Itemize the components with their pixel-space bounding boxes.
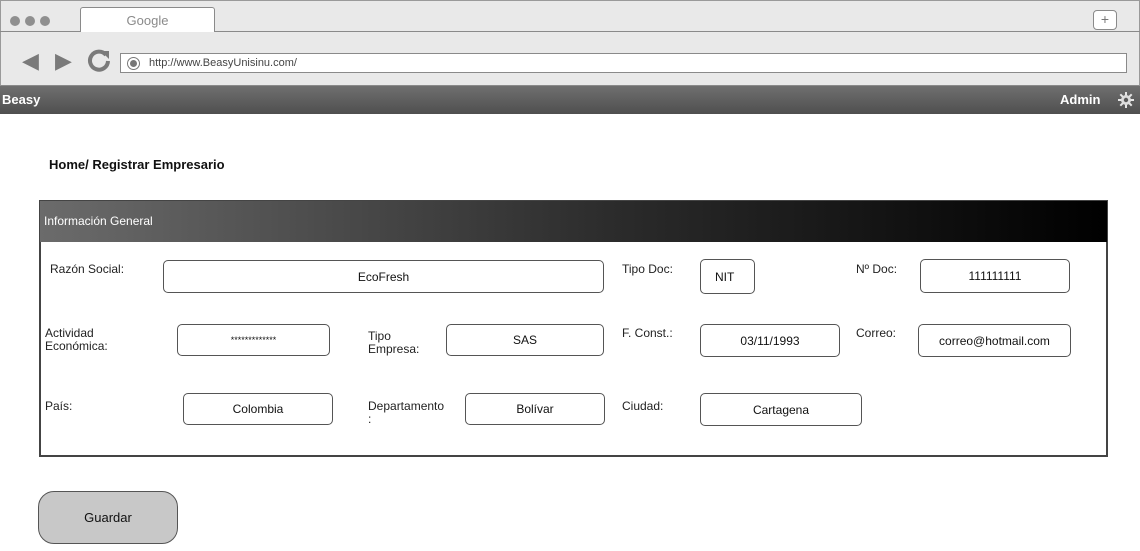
forward-arrow-icon[interactable]: ▶ [55, 50, 72, 72]
new-tab-button[interactable]: + [1093, 10, 1117, 30]
window-close-dot[interactable] [10, 16, 20, 26]
window-maximize-dot[interactable] [40, 16, 50, 26]
n-doc-label: Nº Doc: [856, 262, 898, 276]
tipo-empresa-label: Tipo Empresa: [368, 329, 420, 356]
razon-social-input[interactable]: EcoFresh [163, 260, 604, 293]
ciudad-select[interactable]: Cartagena [700, 393, 862, 426]
f-const-label: F. Const.: [622, 326, 673, 340]
correo-input[interactable]: correo@hotmail.com [918, 324, 1071, 357]
tipo-doc-label: Tipo Doc: [622, 262, 673, 276]
browser-tab[interactable]: Google [80, 7, 215, 32]
correo-label: Correo: [856, 326, 897, 340]
ciudad-label: Ciudad: [622, 399, 664, 413]
app-header: Beasy Admin [0, 86, 1140, 114]
save-button[interactable]: Guardar [38, 491, 178, 544]
razon-social-label: Razón Social: [50, 262, 125, 276]
gear-icon[interactable] [1117, 91, 1135, 109]
back-arrow-icon[interactable]: ◀ [22, 50, 39, 72]
actividad-label: Actividad Económica: [45, 326, 108, 353]
departamento-select[interactable]: Bolívar [465, 393, 605, 425]
tipo-empresa-select[interactable]: SAS [446, 324, 604, 356]
actividad-economica-input[interactable]: ************* [177, 324, 330, 356]
departamento-label: Departamento: [368, 399, 445, 426]
address-bar[interactable]: http://www.BeasyUnisinu.com/ [120, 53, 1127, 73]
n-doc-input[interactable]: 111111111 [920, 259, 1070, 293]
pais-label: País: [45, 399, 73, 413]
tipo-doc-select[interactable]: NIT [700, 259, 755, 294]
panel-header: Información General [40, 201, 1107, 242]
breadcrumb: Home/ Registrar Empresario [49, 157, 225, 172]
fecha-constitucion-input[interactable]: 03/11/1993 [700, 324, 840, 357]
brand-logo[interactable]: Beasy [2, 86, 40, 114]
site-info-icon[interactable] [127, 57, 140, 70]
user-menu[interactable]: Admin [1060, 86, 1100, 114]
reload-icon[interactable] [87, 48, 111, 76]
pais-select[interactable]: Colombia [183, 393, 333, 425]
window-minimize-dot[interactable] [25, 16, 35, 26]
